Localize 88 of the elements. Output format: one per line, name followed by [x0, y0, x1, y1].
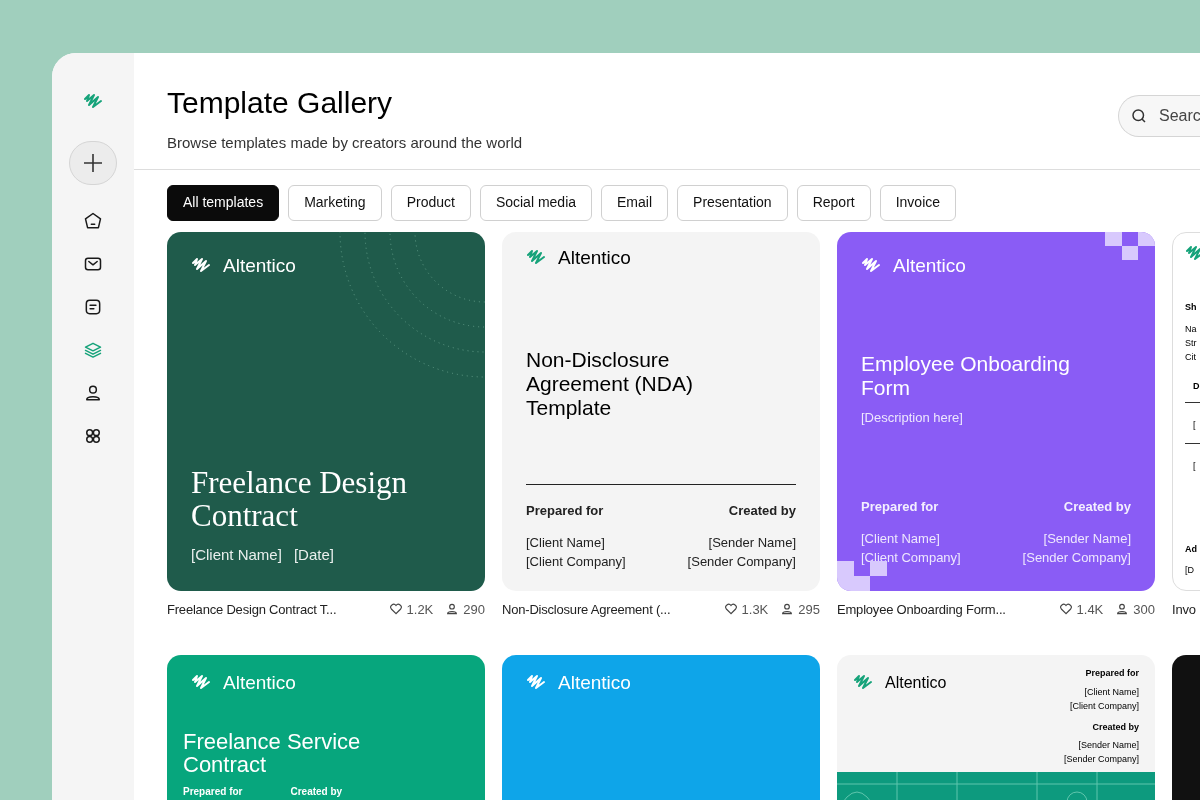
- placeholder-text: [Date]: [293, 545, 334, 565]
- placeholder-text: [Sender Company]: [1022, 548, 1131, 567]
- label-text: Created by: [1092, 720, 1139, 734]
- brand-name: Altentico: [558, 671, 631, 695]
- filter-chip[interactable]: Marketing: [288, 184, 382, 221]
- placeholder-text: [Sender Company]: [687, 552, 796, 571]
- like-count: 1.3K: [741, 600, 769, 619]
- label-text: Created by: [728, 502, 796, 520]
- template-name[interactable]: Non-Disclosure Agreement (...: [502, 599, 671, 619]
- heart-icon[interactable]: [388, 602, 403, 617]
- card-title: Non-Disclosure Agreement (NDA) Template: [526, 348, 694, 420]
- card-title: Employee Onboarding Form: [861, 352, 1071, 400]
- user-icon: [1115, 602, 1130, 617]
- placeholder-text: [Sender Company]: [1063, 753, 1139, 766]
- placeholder-text: [Client Name]: [1084, 685, 1139, 699]
- placeholder-text: Cit: [1185, 351, 1196, 364]
- filter-chip[interactable]: Product: [390, 184, 471, 221]
- placeholder-text: [Client Company]: [1069, 699, 1139, 713]
- search-field[interactable]: Searc: [1118, 95, 1200, 137]
- placeholder-text: [Sender Name]: [1043, 529, 1131, 548]
- template-card[interactable]: Sh Na Str Cit D [ [ Ad [D: [1172, 231, 1200, 591]
- label-text: Created by: [1063, 498, 1131, 516]
- brand-name: Altentico: [223, 671, 296, 695]
- user-count: 290: [463, 600, 485, 619]
- user-icon: [445, 602, 460, 617]
- brand-name: Altentico: [893, 253, 966, 278]
- template-name[interactable]: Employee Onboarding Form...: [837, 599, 1006, 619]
- label-text: Sh: [1185, 300, 1198, 314]
- template-card[interactable]: Altentico Freelance Design Contract [Client Name] [Date]: [167, 231, 485, 591]
- brand-name: Altentico: [885, 673, 947, 693]
- label-text: Prepared for: [183, 784, 243, 799]
- placeholder-text: [Sender Name]: [1078, 739, 1139, 752]
- placeholder-text: Str: [1185, 337, 1197, 350]
- heart-icon[interactable]: [723, 602, 738, 617]
- like-count: 1.4K: [1076, 600, 1104, 619]
- logo-icon: [1185, 244, 1200, 263]
- template-card[interactable]: Altentico Prepared for [Client Name] [Client Company] Created by [Sender Name] [Sender Company]: [837, 655, 1155, 800]
- card-title: Freelance Design Contract: [191, 466, 409, 532]
- apps-icon[interactable]: [83, 426, 103, 446]
- logo-icon: [853, 674, 873, 692]
- page-title: Template Gallery: [167, 86, 394, 120]
- user-count: 295: [798, 600, 820, 619]
- logo-icon: [526, 248, 546, 267]
- filter-chip[interactable]: Report: [796, 184, 871, 221]
- placeholder-text: [Client Name]: [526, 533, 605, 552]
- card-title: Freelance Service Contract: [183, 729, 362, 776]
- description-text: [Description here]: [861, 409, 964, 427]
- page-subtitle: Browse templates made by creators around the world: [167, 133, 523, 153]
- search-icon: [1130, 107, 1148, 125]
- add-button[interactable]: [69, 141, 117, 185]
- label-text: Ad: [1185, 542, 1198, 556]
- logo-icon: [861, 256, 881, 275]
- filter-chip[interactable]: Social media: [479, 184, 593, 221]
- label-text: Created by: [290, 784, 343, 799]
- home-icon[interactable]: [83, 211, 103, 231]
- template-name[interactable]: Freelance Design Contract T...: [167, 599, 337, 619]
- placeholder-text: Na: [1185, 323, 1197, 336]
- heart-icon[interactable]: [1058, 602, 1073, 617]
- user-icon: [780, 602, 795, 617]
- table-cell: [: [1193, 419, 1196, 430]
- pixel-pattern: [1105, 231, 1155, 260]
- mail-icon[interactable]: [83, 254, 103, 274]
- placeholder-text: [Client Company]: [526, 552, 626, 571]
- filter-chip[interactable]: All templates: [167, 184, 280, 221]
- like-count: 1.2K: [406, 600, 434, 619]
- label-text: Prepared for: [1085, 667, 1139, 680]
- user-icon[interactable]: [83, 383, 103, 403]
- layers-icon[interactable]: [83, 340, 103, 360]
- placeholder-text: [D: [1185, 564, 1195, 577]
- placeholder-text: [Sender Name]: [708, 533, 796, 552]
- table-header: D: [1193, 380, 1200, 393]
- logo-icon: [83, 93, 103, 111]
- template-name[interactable]: Invo: [1172, 599, 1196, 619]
- filter-chip[interactable]: Email: [601, 184, 669, 221]
- notes-icon[interactable]: [83, 297, 103, 317]
- user-count: 300: [1133, 600, 1155, 619]
- filter-chip[interactable]: Presentation: [677, 184, 788, 221]
- brand-name: Altentico: [223, 253, 296, 278]
- plus-icon: [83, 153, 103, 173]
- placeholder-text: [Client Name]: [861, 529, 940, 548]
- brand-name: Altentico: [558, 245, 631, 270]
- table-cell: [: [1193, 460, 1196, 471]
- logo-icon: [191, 256, 211, 275]
- template-card[interactable]: Altentico Non-Disclosure Agreement (NDA) Template Prepared for [Client Name] [Client Company] Created by [Sender Name] [Sender Company]: [502, 231, 820, 591]
- label-text: Prepared for: [526, 502, 605, 520]
- filter-chip[interactable]: Invoice: [879, 184, 957, 221]
- label-text: Prepared for: [861, 498, 940, 516]
- placeholder-text: [Client Name]: [191, 545, 282, 565]
